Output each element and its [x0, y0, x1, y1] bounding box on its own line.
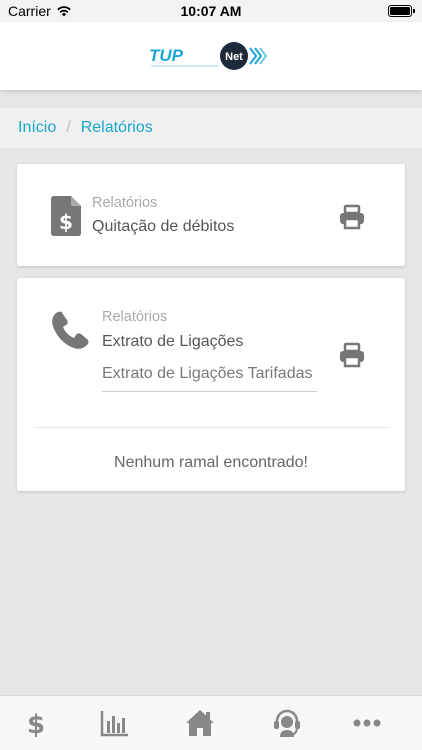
svg-text:Net: Net — [225, 51, 243, 63]
divider — [34, 427, 388, 428]
card-title: Quitação de débitos — [92, 218, 235, 235]
headset-icon — [274, 709, 300, 737]
svg-text:TUP: TUP — [149, 46, 184, 65]
phone-icon — [52, 311, 89, 349]
bar-chart-icon — [100, 711, 128, 737]
tab-support[interactable] — [272, 708, 302, 738]
battery-icon — [388, 5, 415, 17]
tab-financial[interactable]: $ — [21, 708, 51, 738]
print-icon[interactable] — [339, 342, 365, 368]
dollar-document-icon: $ — [51, 196, 81, 236]
clock: 10:07 AM — [180, 3, 242, 19]
home-icon — [186, 710, 214, 736]
print-icon[interactable] — [339, 204, 365, 230]
tab-reports[interactable] — [100, 708, 130, 738]
call-statement-report-card: Relatórios Extrato de Ligações Extrato d… — [17, 278, 405, 491]
breadcrumb-current[interactable]: Relatórios — [81, 119, 153, 137]
svg-text:$: $ — [59, 210, 73, 234]
app-header: TUP Net — [0, 22, 422, 90]
more-icon — [353, 719, 381, 727]
debt-payment-report-card[interactable]: $ Relatórios Quitação de débitos — [17, 164, 405, 266]
breadcrumb: Início / Relatórios — [0, 108, 422, 148]
dollar-icon: $ — [27, 710, 45, 738]
card-title: Extrato de Ligações — [102, 333, 244, 350]
bottom-tab-bar: $ — [0, 695, 422, 750]
statement-type-select[interactable]: Extrato de Ligações Tarifadas — [102, 362, 317, 392]
tupnet-logo: TUP Net — [149, 42, 268, 70]
status-bar: Carrier 10:07 AM — [0, 0, 422, 22]
tab-more[interactable] — [352, 708, 382, 738]
card-category-label: Relatórios — [102, 309, 168, 325]
card-category-label: Relatórios — [92, 195, 158, 211]
breadcrumb-home-link[interactable]: Início — [18, 119, 56, 137]
tab-home[interactable] — [185, 708, 215, 738]
svg-text:$: $ — [27, 710, 45, 738]
breadcrumb-separator: / — [66, 119, 71, 136]
empty-extensions-message: Nenhum ramal encontrado! — [114, 454, 308, 471]
